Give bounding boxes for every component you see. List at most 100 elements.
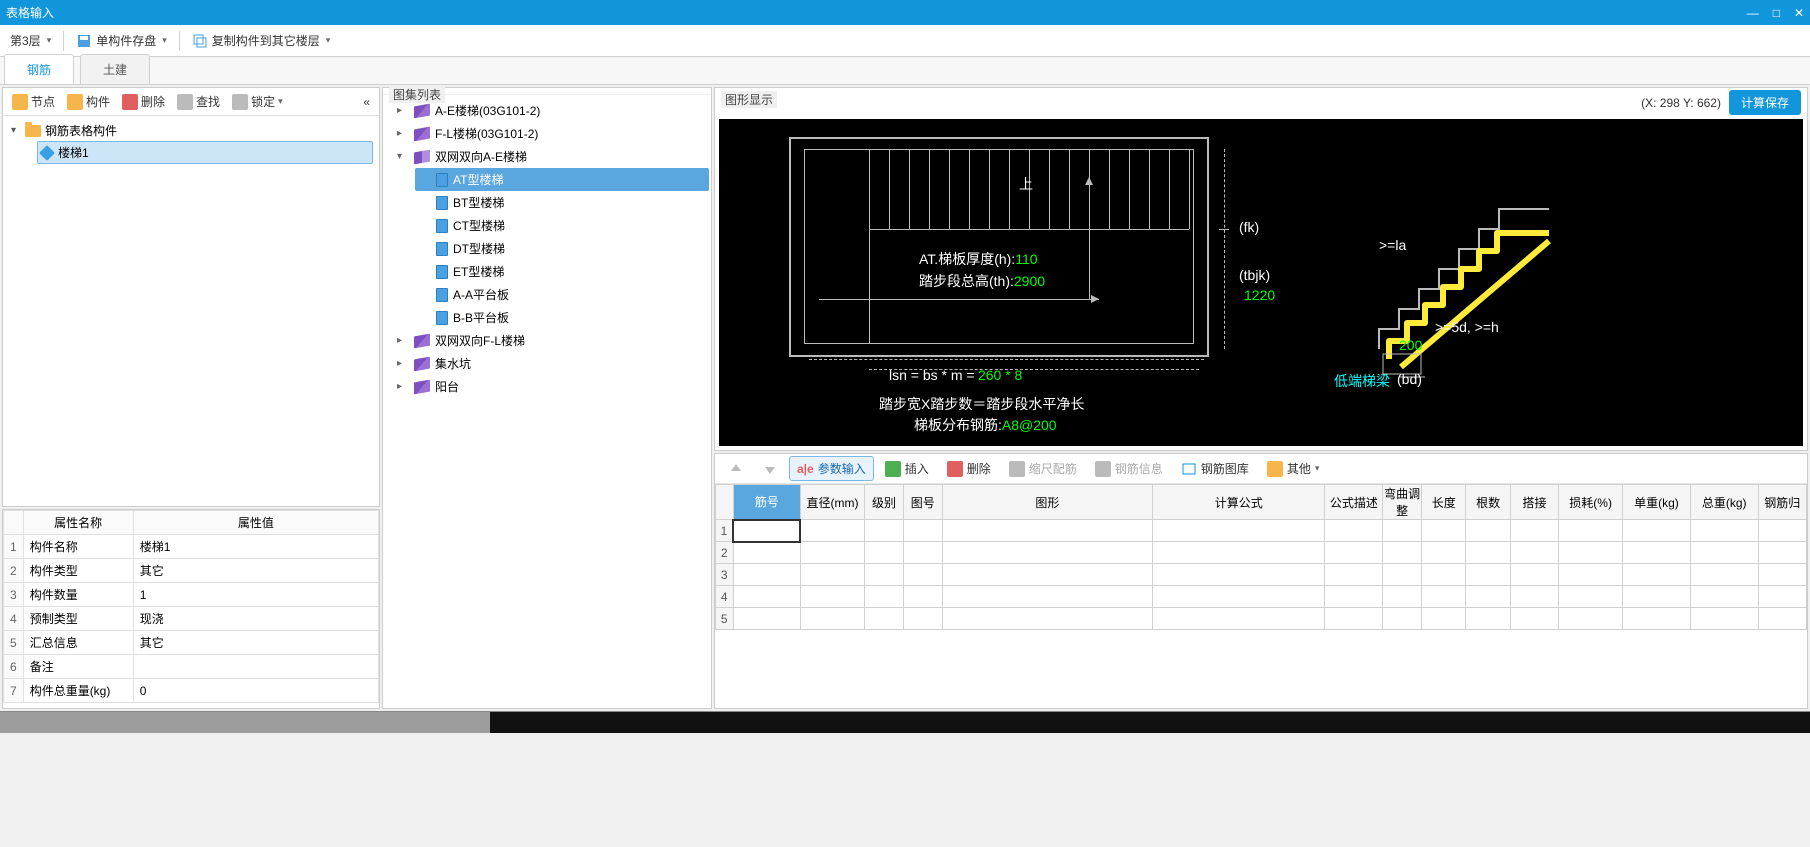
grid-cell[interactable] xyxy=(903,542,942,564)
grid-col-header[interactable]: 单重(kg) xyxy=(1623,485,1691,520)
atlas-node[interactable]: ▾ 双网双向A-E楼梯 xyxy=(393,145,709,168)
grid-col-header[interactable]: 钢筋归 xyxy=(1758,485,1806,520)
grid-row[interactable]: 4 xyxy=(716,586,1807,608)
grid-cell[interactable] xyxy=(865,608,904,630)
grid-cell[interactable] xyxy=(942,520,1152,542)
grid-col-header[interactable]: 长度 xyxy=(1421,485,1465,520)
atlas-child[interactable]: A-A平台板 xyxy=(415,283,709,306)
grid-row[interactable]: 2 xyxy=(716,542,1807,564)
grid-cell[interactable] xyxy=(1510,520,1558,542)
grid-cell[interactable] xyxy=(1383,608,1422,630)
drawing-canvas[interactable]: 上 AT.梯板厚度(h):110 踏步段总高(th):2900 lsn = bs xyxy=(719,119,1803,446)
grid-row[interactable]: 1 xyxy=(716,520,1807,542)
grid-col-header[interactable]: 图号 xyxy=(903,485,942,520)
grid-cell[interactable] xyxy=(1623,542,1691,564)
rebar-datagrid[interactable]: 筋号直径(mm)级别图号图形计算公式公式描述弯曲调整长度根数搭接损耗(%)单重(… xyxy=(715,484,1807,708)
grid-col-header[interactable]: 筋号 xyxy=(733,485,800,520)
prop-value[interactable]: 楼梯1 xyxy=(133,535,378,559)
tree-root[interactable]: ▾ 钢筋表格构件 xyxy=(9,120,373,141)
grid-cell[interactable] xyxy=(1690,586,1758,608)
grid-col-header[interactable]: 搭接 xyxy=(1510,485,1558,520)
prop-value[interactable]: 其它 xyxy=(133,631,378,655)
property-row[interactable]: 4 预制类型 现浇 xyxy=(4,607,379,631)
grid-cell[interactable] xyxy=(1690,608,1758,630)
prop-value[interactable]: 1 xyxy=(133,583,378,607)
atlas-child[interactable]: B-B平台板 xyxy=(415,306,709,329)
grid-cell[interactable] xyxy=(865,586,904,608)
grid-cell[interactable] xyxy=(903,608,942,630)
grid-col-header[interactable]: 计算公式 xyxy=(1153,485,1325,520)
grid-cell[interactable] xyxy=(1466,520,1510,542)
grid-cell[interactable] xyxy=(1559,520,1623,542)
grid-cell[interactable] xyxy=(1559,542,1623,564)
property-table[interactable]: 属性名称 属性值 1 构件名称 楼梯12 构件类型 其它3 构件数量 14 预制… xyxy=(3,510,379,703)
grid-cell[interactable] xyxy=(1466,542,1510,564)
prop-value[interactable]: 其它 xyxy=(133,559,378,583)
grid-cell[interactable] xyxy=(865,564,904,586)
tab-civil[interactable]: 土建 xyxy=(80,54,150,84)
grid-cell[interactable] xyxy=(1623,564,1691,586)
grid-col-header[interactable]: 总重(kg) xyxy=(1690,485,1758,520)
grid-cell[interactable] xyxy=(942,542,1152,564)
component-tree[interactable]: ▾ 钢筋表格构件 楼梯1 xyxy=(3,116,379,506)
calc-save-button[interactable]: 计算保存 xyxy=(1729,90,1801,115)
grid-cell[interactable] xyxy=(1153,520,1325,542)
grid-cell[interactable] xyxy=(1466,608,1510,630)
property-row[interactable]: 1 构件名称 楼梯1 xyxy=(4,535,379,559)
grid-col-header[interactable]: 弯曲调整 xyxy=(1383,485,1422,520)
grid-cell[interactable] xyxy=(942,564,1152,586)
grid-cell[interactable] xyxy=(1325,520,1383,542)
grid-cell[interactable] xyxy=(800,542,864,564)
copy-to-floors-button[interactable]: 复制构件到其它楼层 ▾ xyxy=(186,30,337,51)
prop-value[interactable]: 0 xyxy=(133,679,378,703)
grid-cell[interactable] xyxy=(1421,542,1465,564)
grid-cell[interactable] xyxy=(1383,564,1422,586)
atlas-child[interactable]: AT型楼梯 xyxy=(415,168,709,191)
grid-cell[interactable] xyxy=(1510,586,1558,608)
grid-cell[interactable] xyxy=(733,564,800,586)
grid-cell[interactable] xyxy=(1758,542,1806,564)
grid-cell[interactable] xyxy=(1153,608,1325,630)
grid-col-header[interactable]: 直径(mm) xyxy=(800,485,864,520)
grid-cell[interactable] xyxy=(800,564,864,586)
grid-cell[interactable] xyxy=(1153,564,1325,586)
grid-col-header[interactable]: 图形 xyxy=(942,485,1152,520)
grid-row[interactable]: 3 xyxy=(716,564,1807,586)
atlas-child[interactable]: DT型楼梯 xyxy=(415,237,709,260)
component-button[interactable]: 构件 xyxy=(62,91,115,112)
grid-cell[interactable] xyxy=(1325,542,1383,564)
atlas-node[interactable]: ▸ 双网双向F-L楼梯 xyxy=(393,329,709,352)
atlas-node[interactable]: ▸ 阳台 xyxy=(393,375,709,398)
tree-item-stair1[interactable]: 楼梯1 xyxy=(37,141,373,164)
lock-button[interactable]: 锁定 xyxy=(227,91,288,112)
nav-up-button[interactable] xyxy=(721,458,751,480)
grid-col-header[interactable]: 根数 xyxy=(1466,485,1510,520)
floor-selector[interactable]: 第3层 ▾ xyxy=(4,30,57,51)
grid-cell[interactable] xyxy=(1559,608,1623,630)
atlas-node[interactable]: ▸ F-L楼梯(03G101-2) xyxy=(393,122,709,145)
grid-cell[interactable] xyxy=(1510,564,1558,586)
grid-cell[interactable] xyxy=(1153,542,1325,564)
grid-cell[interactable] xyxy=(733,542,800,564)
grid-cell[interactable] xyxy=(1421,608,1465,630)
property-row[interactable]: 6 备注 xyxy=(4,655,379,679)
grid-cell[interactable] xyxy=(1325,586,1383,608)
grid-cell[interactable] xyxy=(1383,520,1422,542)
grid-cell[interactable] xyxy=(1690,520,1758,542)
atlas-child[interactable]: CT型楼梯 xyxy=(415,214,709,237)
atlas-child[interactable]: ET型楼梯 xyxy=(415,260,709,283)
prop-value[interactable]: 现浇 xyxy=(133,607,378,631)
insert-button[interactable]: 插入 xyxy=(878,457,936,480)
grid-cell[interactable] xyxy=(1623,520,1691,542)
grid-cell[interactable] xyxy=(1758,564,1806,586)
collapse-left-button[interactable]: « xyxy=(358,93,375,111)
grid-col-header[interactable]: 损耗(%) xyxy=(1559,485,1623,520)
grid-row[interactable]: 5 xyxy=(716,608,1807,630)
grid-cell[interactable] xyxy=(942,586,1152,608)
grid-cell[interactable] xyxy=(1421,520,1465,542)
grid-cell[interactable] xyxy=(1559,564,1623,586)
grid-cell[interactable] xyxy=(1466,586,1510,608)
property-row[interactable]: 3 构件数量 1 xyxy=(4,583,379,607)
property-row[interactable]: 2 构件类型 其它 xyxy=(4,559,379,583)
grid-cell[interactable] xyxy=(1690,564,1758,586)
